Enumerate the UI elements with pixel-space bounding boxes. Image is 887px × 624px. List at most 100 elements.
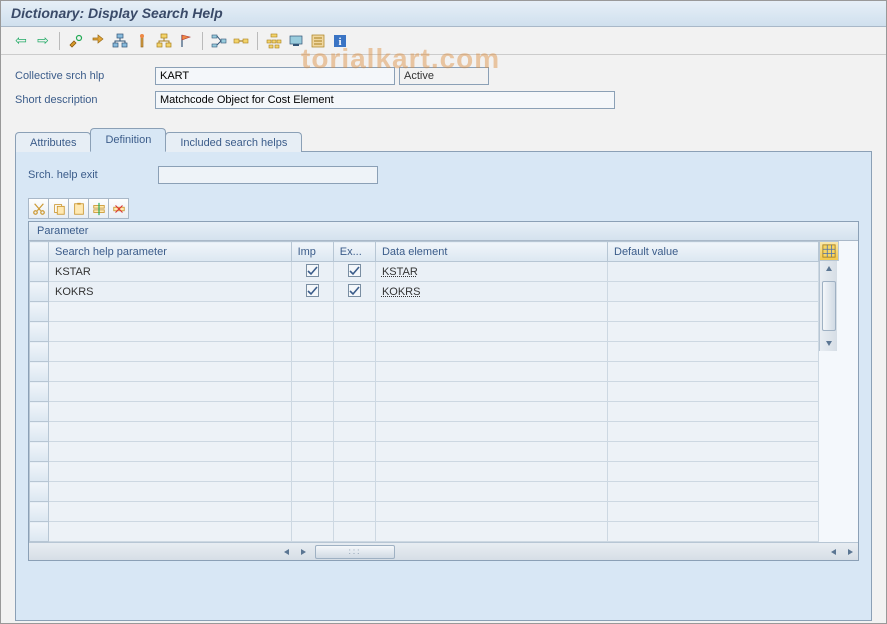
cell-parameter[interactable]: KOKRS bbox=[48, 282, 291, 302]
cell-imp-checkbox[interactable] bbox=[291, 502, 333, 522]
cell-data-element[interactable] bbox=[375, 522, 607, 542]
cell-exp-checkbox[interactable] bbox=[333, 262, 375, 282]
toolbar-activate-button[interactable] bbox=[132, 31, 152, 51]
cell-data-element[interactable] bbox=[375, 322, 607, 342]
cell-exp-checkbox[interactable] bbox=[333, 402, 375, 422]
cell-imp-checkbox[interactable] bbox=[291, 402, 333, 422]
cell-default-value[interactable] bbox=[608, 262, 819, 282]
cell-data-element[interactable] bbox=[375, 462, 607, 482]
cell-data-element[interactable] bbox=[375, 502, 607, 522]
cell-data-element[interactable]: KSTAR bbox=[375, 262, 607, 282]
cell-default-value[interactable] bbox=[608, 482, 819, 502]
cell-imp-checkbox[interactable] bbox=[291, 462, 333, 482]
cell-data-element[interactable] bbox=[375, 302, 607, 322]
toolbar-append-button[interactable] bbox=[231, 31, 251, 51]
column-search-help-parameter[interactable]: Search help parameter bbox=[48, 242, 291, 262]
cell-parameter[interactable] bbox=[48, 482, 291, 502]
cell-imp-checkbox[interactable] bbox=[291, 382, 333, 402]
cell-default-value[interactable] bbox=[608, 502, 819, 522]
cell-imp-checkbox[interactable] bbox=[291, 362, 333, 382]
row-selector[interactable] bbox=[30, 302, 49, 322]
cell-default-value[interactable] bbox=[608, 382, 819, 402]
cell-parameter[interactable] bbox=[48, 442, 291, 462]
grid-copy-button[interactable] bbox=[48, 198, 69, 219]
cell-parameter[interactable] bbox=[48, 302, 291, 322]
cell-exp-checkbox[interactable] bbox=[333, 382, 375, 402]
cell-data-element[interactable] bbox=[375, 402, 607, 422]
cell-imp-checkbox[interactable] bbox=[291, 442, 333, 462]
cell-data-element[interactable] bbox=[375, 342, 607, 362]
toolbar-check-button[interactable] bbox=[110, 31, 130, 51]
cell-parameter[interactable] bbox=[48, 402, 291, 422]
cell-default-value[interactable] bbox=[608, 442, 819, 462]
column-data-element[interactable]: Data element bbox=[375, 242, 607, 262]
row-selector[interactable] bbox=[30, 322, 49, 342]
toolbar-display-button[interactable] bbox=[286, 31, 306, 51]
cell-default-value[interactable] bbox=[608, 462, 819, 482]
cell-imp-checkbox[interactable] bbox=[291, 282, 333, 302]
cell-imp-checkbox[interactable] bbox=[291, 482, 333, 502]
scroll-right-button-2[interactable] bbox=[842, 544, 858, 560]
tab-included-search-helps[interactable]: Included search helps bbox=[165, 132, 302, 152]
grid-insert-row-button[interactable] bbox=[88, 198, 109, 219]
cell-default-value[interactable] bbox=[608, 282, 819, 302]
cell-imp-checkbox[interactable] bbox=[291, 262, 333, 282]
cell-default-value[interactable] bbox=[608, 302, 819, 322]
row-selector[interactable] bbox=[30, 362, 49, 382]
cell-exp-checkbox[interactable] bbox=[333, 282, 375, 302]
cell-exp-checkbox[interactable] bbox=[333, 462, 375, 482]
scroll-left-button-2[interactable] bbox=[826, 544, 842, 560]
cell-data-element[interactable] bbox=[375, 442, 607, 462]
row-selector[interactable] bbox=[30, 502, 49, 522]
row-selector[interactable] bbox=[30, 342, 49, 362]
row-selector[interactable] bbox=[30, 282, 49, 302]
toolbar-hierarchy-button[interactable] bbox=[209, 31, 229, 51]
cell-exp-checkbox[interactable] bbox=[333, 302, 375, 322]
cell-default-value[interactable] bbox=[608, 322, 819, 342]
cell-imp-checkbox[interactable] bbox=[291, 342, 333, 362]
toolbar-list-button[interactable] bbox=[308, 31, 328, 51]
cell-imp-checkbox[interactable] bbox=[291, 522, 333, 542]
scroll-left-button[interactable] bbox=[279, 544, 295, 560]
table-settings-button[interactable] bbox=[819, 241, 839, 261]
cell-default-value[interactable] bbox=[608, 342, 819, 362]
cell-parameter[interactable] bbox=[48, 362, 291, 382]
scroll-thumb-horizontal[interactable]: ::: bbox=[315, 545, 395, 559]
cell-parameter[interactable] bbox=[48, 502, 291, 522]
row-selector[interactable] bbox=[30, 482, 49, 502]
row-selector[interactable] bbox=[30, 262, 49, 282]
cell-exp-checkbox[interactable] bbox=[333, 362, 375, 382]
scroll-thumb[interactable] bbox=[822, 281, 836, 331]
cell-exp-checkbox[interactable] bbox=[333, 522, 375, 542]
row-selector[interactable] bbox=[30, 522, 49, 542]
field-srch-help-exit[interactable] bbox=[158, 166, 378, 184]
cell-default-value[interactable] bbox=[608, 522, 819, 542]
cell-data-element[interactable] bbox=[375, 362, 607, 382]
column-rowselector[interactable] bbox=[30, 242, 49, 262]
cell-data-element[interactable] bbox=[375, 482, 607, 502]
cell-exp-checkbox[interactable] bbox=[333, 322, 375, 342]
tab-attributes[interactable]: Attributes bbox=[15, 132, 91, 152]
column-imp[interactable]: Imp bbox=[291, 242, 333, 262]
cell-parameter[interactable] bbox=[48, 382, 291, 402]
cell-parameter[interactable] bbox=[48, 422, 291, 442]
toolbar-display-change-button[interactable] bbox=[66, 31, 86, 51]
cell-data-element[interactable] bbox=[375, 382, 607, 402]
row-selector[interactable] bbox=[30, 402, 49, 422]
cell-imp-checkbox[interactable] bbox=[291, 322, 333, 342]
row-selector[interactable] bbox=[30, 442, 49, 462]
nav-forward-button[interactable]: ⇨ bbox=[33, 31, 53, 51]
cell-imp-checkbox[interactable] bbox=[291, 302, 333, 322]
grid-delete-row-button[interactable] bbox=[108, 198, 129, 219]
tab-definition[interactable]: Definition bbox=[90, 128, 166, 152]
horizontal-scrollbar[interactable]: ::: bbox=[29, 542, 858, 560]
cell-parameter[interactable] bbox=[48, 322, 291, 342]
toolbar-flag-button[interactable] bbox=[176, 31, 196, 51]
scroll-down-button[interactable] bbox=[821, 335, 837, 351]
field-collective-srch-hlp[interactable] bbox=[155, 67, 395, 85]
cell-parameter[interactable] bbox=[48, 462, 291, 482]
scroll-up-button[interactable] bbox=[821, 261, 837, 277]
vertical-scrollbar[interactable] bbox=[819, 261, 837, 351]
toolbar-where-used-button[interactable] bbox=[154, 31, 174, 51]
cell-exp-checkbox[interactable] bbox=[333, 502, 375, 522]
